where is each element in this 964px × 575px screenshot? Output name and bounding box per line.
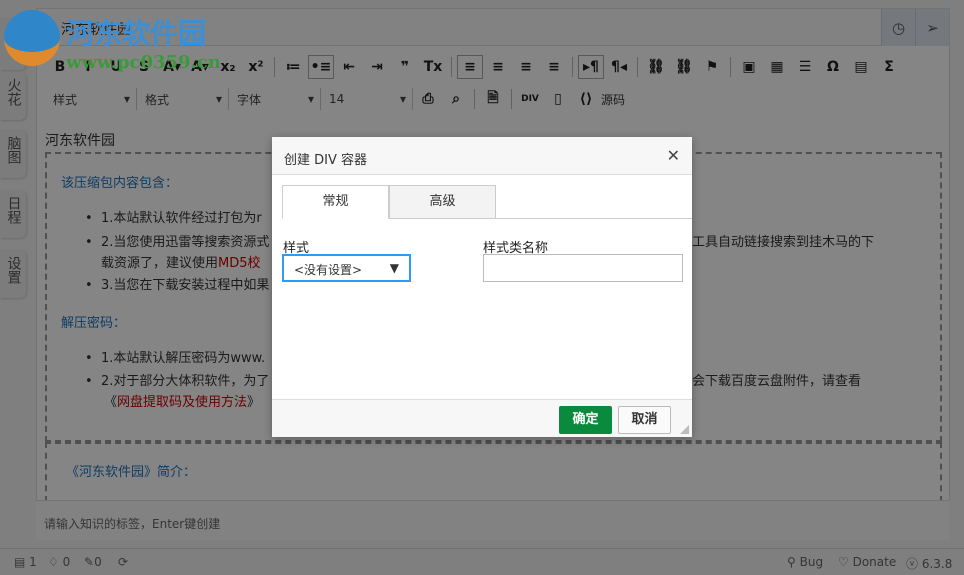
ok-button[interactable]: 确定 — [559, 406, 612, 434]
select-value: <没有设置> — [294, 263, 363, 277]
resize-handle[interactable] — [680, 425, 689, 434]
watermark-name: 河东软件园 — [66, 17, 207, 50]
cancel-button[interactable]: 取消 — [618, 406, 671, 434]
watermark-url: www.pc0359.cn — [66, 52, 221, 73]
style-select[interactable]: <没有设置> ▼ — [282, 254, 411, 282]
logo-icon — [4, 10, 60, 66]
create-div-dialog: 创建 DIV 容器 ✕ 常规 高级 样式 <没有设置> ▼ 样式类名称 确定 取消 — [272, 137, 692, 437]
close-icon[interactable]: ✕ — [667, 146, 680, 165]
dialog-title: 创建 DIV 容器 — [284, 153, 368, 168]
dialog-tabs: 常规 高级 — [282, 185, 692, 219]
tab-advanced[interactable]: 高级 — [389, 185, 496, 219]
dialog-header: 创建 DIV 容器 ✕ — [272, 137, 692, 175]
tab-general[interactable]: 常规 — [282, 185, 389, 219]
class-name-input[interactable] — [483, 254, 683, 282]
dropdown-arrow-icon: ▼ — [389, 261, 399, 275]
dialog-footer: 确定 取消 — [272, 399, 692, 437]
